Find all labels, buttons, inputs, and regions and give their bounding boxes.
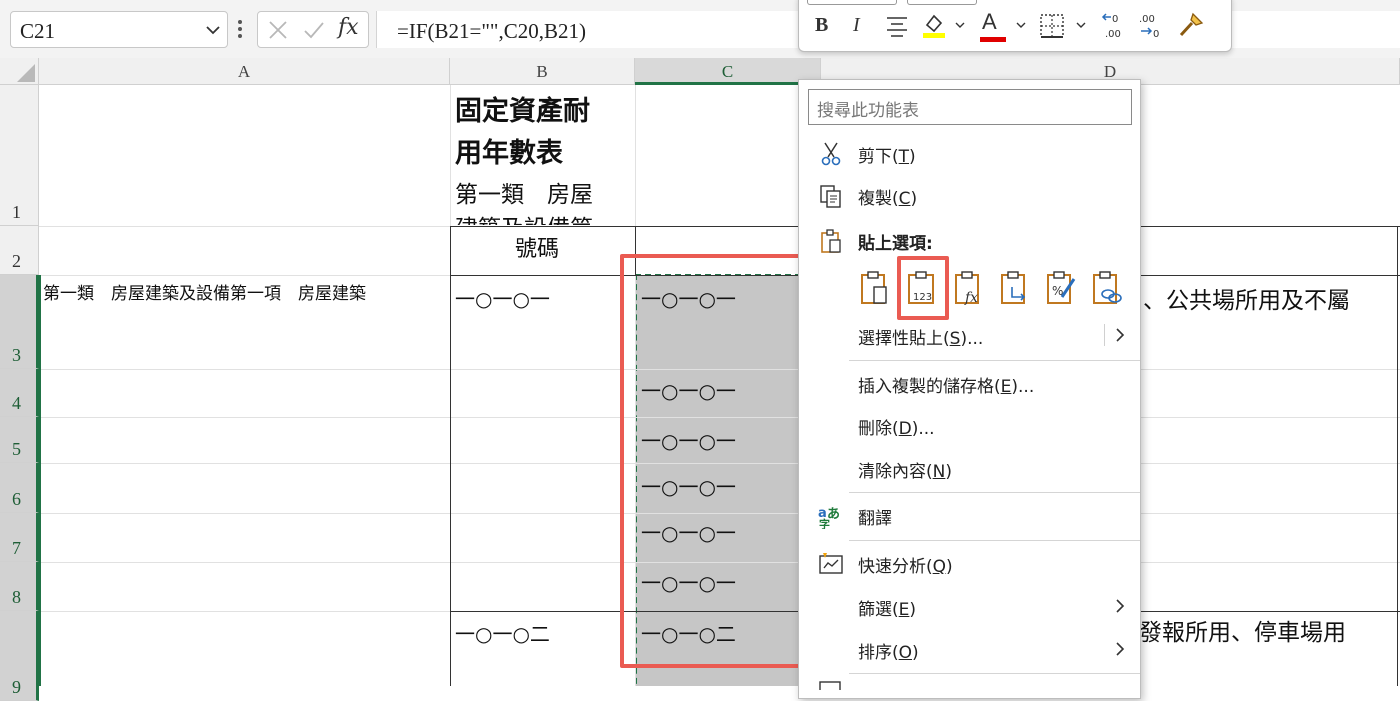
select-all-corner[interactable] [0,58,39,85]
paste-icon[interactable] [858,269,892,307]
cell-b1-line1: 固定資產耐 [455,96,590,127]
menu-item-filter[interactable]: 篩選(E) [799,587,1140,625]
menu-item-translate[interactable]: a あ 字 翻譯 [799,496,1140,534]
menu-heading-paste-options: 貼上選項: [799,221,1140,259]
row-header: 1 2 3 4 5 6 7 8 9 [0,85,39,701]
menu-item-quick-analysis[interactable]: 快速分析(Q) [799,544,1140,582]
menu-search-input[interactable]: 搜尋此功能表 [808,89,1132,125]
svg-text:.00: .00 [1139,14,1155,25]
chevron-down-icon[interactable] [1015,19,1027,31]
column-header-b[interactable]: B [450,58,635,85]
increase-decimal-icon[interactable]: 0 .00 [1099,11,1127,41]
row-header-4[interactable]: 4 [0,369,39,417]
column-header: A B C D [0,58,1400,85]
cell-b1-line3: 第一類 房屋 [455,182,593,208]
formula-text: =IF(B21="",C20,B21) [397,19,587,43]
name-box[interactable]: C21 [10,11,228,48]
menu-item-delete[interactable]: 刪除(D)... [799,406,1140,444]
svg-text:字: 字 [819,517,830,529]
row-header-6[interactable]: 6 [0,463,39,513]
paste-formatting-icon[interactable]: % [1044,269,1078,307]
chevron-right-icon[interactable] [1114,640,1126,658]
copy-icon [820,185,841,208]
highlight-paste-values [897,256,949,320]
menu-item-copy[interactable]: 複製(C) [799,176,1140,214]
clipboard-icon [821,229,841,253]
cell-a3: 第一類 房屋建築及設備第一項 房屋建築 [43,284,366,304]
font-size-box[interactable] [907,0,977,5]
cell-d9: 發報所用、停車場用 [1139,620,1346,646]
row-header-7[interactable]: 7 [0,513,39,562]
menu-item-insert-copied-cells[interactable]: 插入複製的儲存格(E)... [799,364,1140,402]
menu-item-cut[interactable]: 剪下(T) [799,134,1140,172]
fill-color-icon[interactable] [921,11,947,39]
highlight-selected-range [620,254,808,668]
decrease-decimal-icon[interactable]: .00 0 [1137,11,1165,41]
svg-text:0: 0 [1112,14,1118,25]
row-header-1[interactable]: 1 [0,85,39,226]
formula-buttons: fx [257,11,369,48]
chevron-down-icon[interactable] [954,19,966,31]
paste-formulas-icon[interactable]: fx [952,269,986,307]
row-header-9[interactable]: 9 [0,611,39,701]
enter-check-icon[interactable] [302,18,326,42]
chevron-down-icon[interactable] [205,22,221,38]
context-menu: 搜尋此功能表 剪下(T) 複製(C) 貼上選項: 123 fx % 選擇性貼上(… [798,79,1141,699]
quick-analysis-icon [819,553,843,574]
cell-b1-line2: 用年數表 [455,138,563,169]
align-center-icon[interactable] [885,15,909,37]
chevron-right-icon[interactable] [1114,326,1126,344]
cell-b2: 號碼 [515,237,560,262]
insert-function-icon[interactable]: fx [338,15,362,40]
menu-item-clear-contents[interactable]: 清除內容(N) [799,449,1140,487]
chevron-down-icon[interactable] [1075,19,1087,31]
cancel-icon[interactable] [266,18,290,42]
italic-button[interactable]: I [853,14,860,40]
format-painter-icon[interactable] [1177,11,1205,39]
more-options-icon[interactable] [236,18,244,40]
bold-button[interactable]: B [815,14,828,40]
partial-menu-icon [819,681,841,690]
svg-text:0: 0 [1153,29,1159,40]
font-color-button[interactable]: A [982,9,997,35]
translate-icon: a あ 字 [818,506,840,529]
mini-toolbar: B I A 0 .00 .00 0 [798,0,1232,52]
menu-item-sort[interactable]: 排序(O) [799,630,1140,668]
row-header-2[interactable]: 2 [0,226,39,275]
cell-b1-line4: 建築及設備第 [455,209,593,225]
font-name-box[interactable] [807,0,897,5]
paste-link-icon[interactable] [1090,269,1124,307]
scissors-icon [821,142,841,166]
column-header-c[interactable]: C [635,58,821,85]
cell-b3: 一○一○一 [455,287,550,311]
svg-text:.00: .00 [1105,29,1121,40]
name-box-value: C21 [20,19,56,43]
borders-icon[interactable] [1039,13,1065,39]
column-header-a[interactable]: A [39,58,450,85]
chevron-right-icon[interactable] [1114,597,1126,615]
row-header-8[interactable]: 8 [0,562,39,611]
row-header-5[interactable]: 5 [0,417,39,463]
row-header-3[interactable]: 3 [0,275,39,369]
menu-item-paste-special[interactable]: 選擇性貼上(S)... [799,316,1140,354]
paste-transpose-icon[interactable] [998,269,1032,307]
font-color-swatch [980,37,1006,42]
svg-text:fx: fx [964,290,978,306]
cell-b9: 一○一○二 [455,622,550,646]
menu-search-placeholder: 搜尋此功能表 [817,101,919,121]
cell-d3: 、公共場所用及不屬 [1143,288,1350,314]
